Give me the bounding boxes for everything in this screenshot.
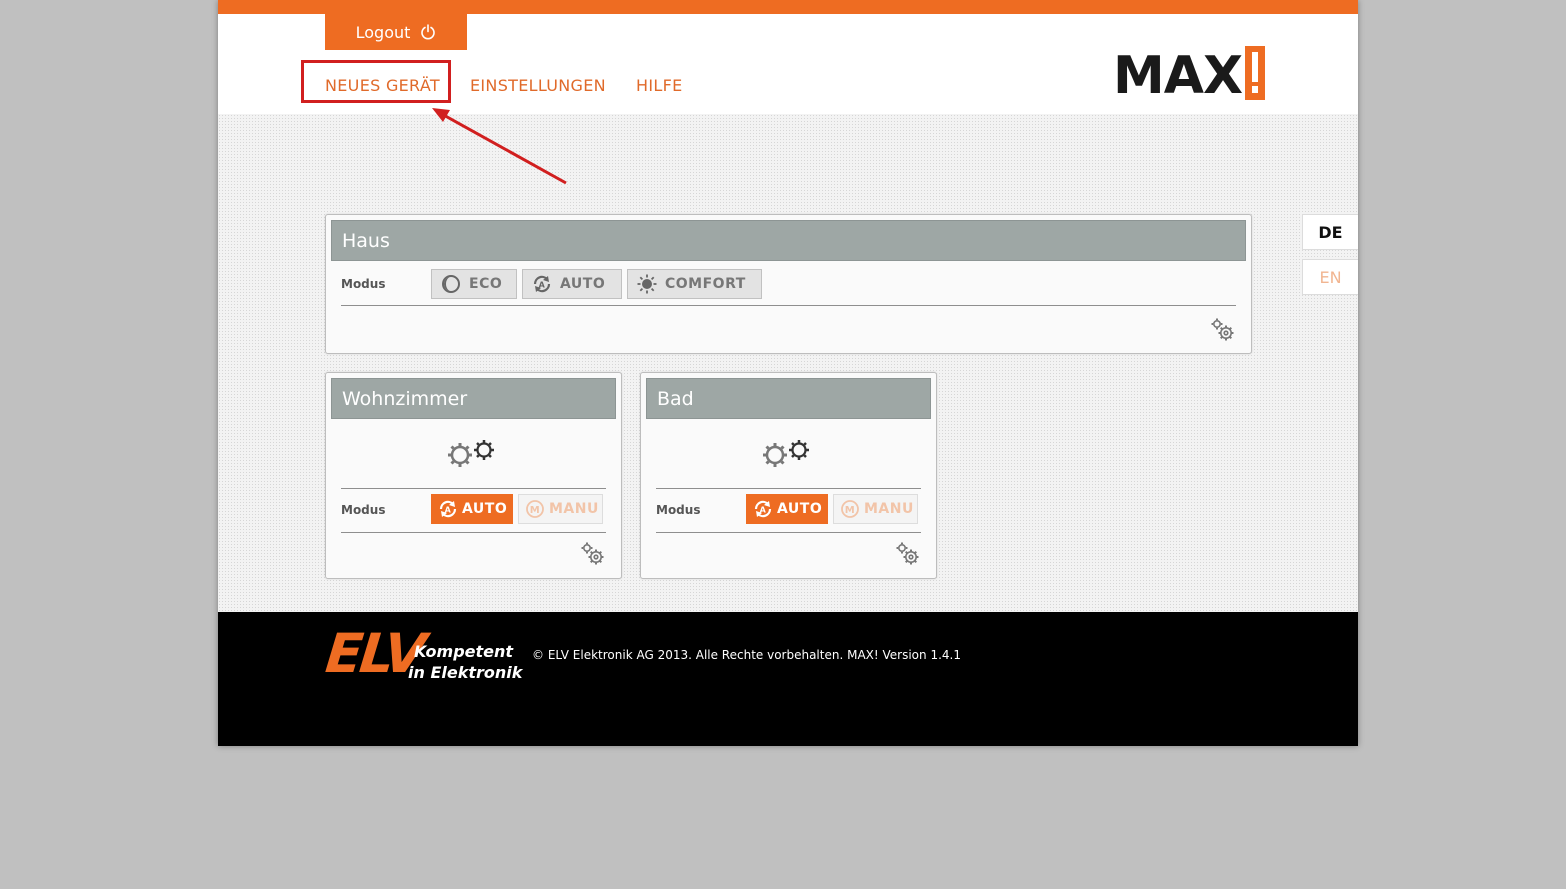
auto-cycle-icon: A: [533, 275, 551, 293]
footer: ELV Kompetent in Elektronik © ELV Elektr…: [218, 612, 1358, 746]
svg-text:M: M: [845, 505, 855, 516]
room-card-header: Bad: [646, 378, 931, 419]
room-settings-gear-icon[interactable]: [580, 541, 606, 567]
manual-icon: M: [526, 500, 544, 518]
house-eco-label: ECO: [469, 276, 503, 292]
moon-icon: [442, 275, 460, 293]
house-settings-gear-icon[interactable]: [1210, 317, 1236, 343]
room-manu-button[interactable]: M MANU: [833, 494, 918, 524]
nav-neues-geraet[interactable]: NEUES GERÄT: [325, 76, 440, 95]
house-title: Haus: [342, 230, 390, 252]
house-panel: Haus Modus ECO A AUTO COMFORT: [325, 214, 1252, 354]
room-modus-label: Modus: [341, 503, 386, 517]
elv-slogan-line2: in Elektronik: [408, 663, 523, 682]
house-eco-button[interactable]: ECO: [431, 269, 517, 299]
language-en-tab[interactable]: EN: [1302, 259, 1358, 295]
max-logo: MAX: [1113, 46, 1266, 106]
room-divider-top: [656, 488, 921, 489]
no-devices-gears-icon: [448, 440, 494, 467]
room-auto-label: AUTO: [777, 501, 823, 517]
auto-cycle-icon: A: [439, 500, 457, 518]
room-card-wohnzimmer: Wohnzimmer Modus A AUTO M MANU: [325, 372, 622, 579]
nav-hilfe[interactable]: HILFE: [636, 76, 682, 95]
nav-einstellungen[interactable]: EINSTELLUNGEN: [470, 76, 606, 95]
house-auto-button[interactable]: A AUTO: [522, 269, 622, 299]
power-icon: [421, 24, 436, 40]
room-divider-bottom: [341, 532, 606, 533]
room-divider-bottom: [656, 532, 921, 533]
logout-label: Logout: [355, 22, 411, 42]
logout-button[interactable]: Logout: [325, 14, 467, 50]
room-card-header: Wohnzimmer: [331, 378, 616, 419]
room-settings-gear-icon[interactable]: [895, 541, 921, 567]
room-modus-label: Modus: [656, 503, 701, 517]
sun-icon: [637, 274, 657, 294]
room-auto-label: AUTO: [462, 501, 508, 517]
max-logo-text: MAX: [1113, 46, 1243, 106]
app-window: Logout NEUES GERÄT EINSTELLUNGEN HILFE M…: [218, 0, 1358, 746]
house-auto-label: AUTO: [560, 276, 606, 292]
room-manu-label: MANU: [549, 501, 599, 517]
svg-text:A: A: [445, 506, 452, 515]
svg-text:M: M: [530, 505, 540, 516]
copyright-text: © ELV Elektronik AG 2013. Alle Rechte vo…: [532, 648, 961, 662]
room-manu-button[interactable]: M MANU: [518, 494, 603, 524]
house-divider: [341, 305, 1236, 306]
language-de-tab[interactable]: DE: [1302, 214, 1358, 250]
room-card-bad: Bad Modus A AUTO M MANU: [640, 372, 937, 579]
room-auto-button[interactable]: A AUTO: [746, 494, 828, 524]
auto-cycle-icon: A: [754, 500, 772, 518]
room-title: Bad: [657, 388, 694, 410]
room-divider-top: [341, 488, 606, 489]
top-accent-bar: [218, 0, 1358, 14]
room-auto-button[interactable]: A AUTO: [431, 494, 513, 524]
no-devices-gears-icon: [763, 440, 809, 467]
house-comfort-button[interactable]: COMFORT: [627, 269, 762, 299]
svg-text:A: A: [760, 506, 767, 515]
svg-text:A: A: [539, 281, 546, 290]
elv-slogan-line1: Kompetent: [414, 642, 514, 661]
house-modus-label: Modus: [341, 277, 386, 291]
header: Logout NEUES GERÄT EINSTELLUNGEN HILFE M…: [218, 14, 1358, 114]
house-panel-header: Haus: [331, 220, 1246, 261]
max-logo-exclamation: [1245, 46, 1266, 100]
room-title: Wohnzimmer: [342, 388, 468, 410]
manual-icon: M: [841, 500, 859, 518]
house-comfort-label: COMFORT: [665, 276, 746, 292]
room-manu-label: MANU: [864, 501, 914, 517]
